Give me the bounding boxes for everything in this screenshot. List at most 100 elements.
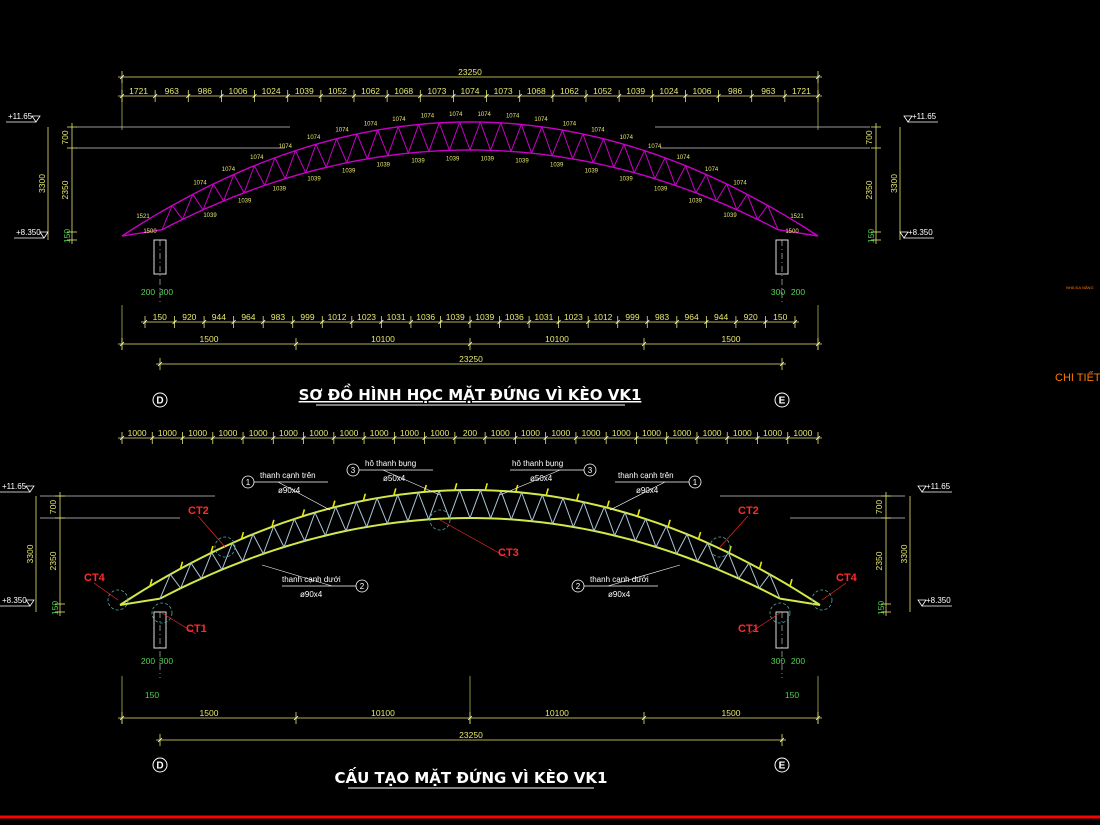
top-upper-chord-label: 1074 [279, 144, 293, 150]
bot-truss-web [593, 506, 605, 532]
bot-truss-web [645, 518, 657, 548]
top-vdim-right-150: 150 [866, 229, 876, 243]
top-bottom-dim-chain-label: 1039 [475, 312, 494, 322]
bot-vdim-right-700: 700 [874, 500, 884, 514]
top-truss-web [520, 124, 533, 154]
bot-level-marker-right-low-label: +8.350 [926, 596, 951, 605]
bot-dim-chain-label: 1000 [642, 428, 661, 438]
top-bottom-dim-chain-label: 920 [744, 312, 758, 322]
bot-dim-chain-label: 1000 [370, 428, 389, 438]
top-dim-chain-label: 986 [728, 86, 742, 96]
top-upper-chord-label: 1074 [392, 117, 406, 123]
bot-bottom-overall-chain-label: 1500 [722, 708, 741, 718]
top-level-marker-left-triangle [31, 115, 41, 123]
top-bottom-dim-chain-label: 1031 [534, 312, 553, 322]
top-lower-chord-label: 1039 [723, 213, 737, 219]
top-truss-web [253, 165, 266, 186]
top-upper-chord-label: 1074 [534, 117, 548, 123]
top-truss-web [479, 121, 492, 151]
top-lower-chord-label: 1039 [411, 158, 425, 164]
bot-purlin-tick [545, 488, 549, 496]
detail-marker-leader [439, 519, 509, 559]
bot-bottom-overall-chain-label: 1500 [200, 708, 219, 718]
top-upper-chord-label: 1074 [563, 121, 577, 127]
callout-label: thanh cạnh trên [260, 471, 316, 480]
bot-truss-web [469, 489, 481, 519]
top-vdim-right-2350: 2350 [864, 180, 874, 199]
bot-purlin-tick [697, 531, 702, 540]
bot-dim-chain-label: 1000 [128, 428, 147, 438]
callout-label: thanh cạnh trên [618, 471, 674, 480]
top-bottom-dim-chain-label: 944 [714, 312, 728, 322]
top-upper-chord-label: 1074 [449, 112, 463, 118]
top-upper-chord-label: 1074 [506, 114, 520, 120]
top-truss-web [305, 144, 317, 173]
cad-drawing-canvas[interactable]: 1721 963 986 1006 1024 1039 1052 1062 1068 1073 10… [0, 0, 1100, 825]
top-dim-chain-label: 1024 [659, 86, 678, 96]
top-dim-chain-label: 963 [165, 86, 179, 96]
top-dim-chain-label: 986 [198, 86, 212, 96]
bot-truss-web [252, 533, 264, 555]
bot-truss-web [397, 494, 409, 522]
top-truss-web [644, 150, 656, 179]
callout-label: thanh cạnh dưới [282, 575, 341, 584]
top-lower-chord-label: 1039 [550, 162, 564, 168]
bot-dim-chain-label: 1000 [309, 428, 328, 438]
top-col-dim: 300 [159, 287, 173, 297]
top-truss-web [510, 124, 522, 152]
bot-truss-web [355, 501, 368, 528]
bot-purlin-tick [758, 561, 763, 569]
top-truss-web [356, 133, 368, 160]
top-truss-web [264, 157, 276, 186]
top-truss-web [561, 129, 574, 160]
bot-truss-web [304, 512, 316, 542]
top-upper-chord-label: 1074 [648, 144, 662, 150]
bot-vdim-right-2350: 2350 [874, 551, 884, 570]
bot-truss-web [169, 574, 182, 589]
bot-col-dim: 300 [159, 656, 173, 666]
top-dim-chain-label: 1074 [461, 86, 480, 96]
top-bottom-dim-chain-label: 1036 [505, 312, 524, 322]
top-upper-chord-label: 1074 [222, 167, 236, 173]
bot-vdim-right-150: 150 [876, 601, 886, 615]
bot-col-dim: 200 [141, 656, 155, 666]
top-upper-chord-label: 1074 [676, 155, 690, 161]
bot-level-marker-right-low-triangle [917, 599, 927, 607]
top-truss-web [664, 157, 676, 186]
top-truss-web [171, 205, 183, 220]
bot-truss-web [386, 494, 399, 524]
top-level-marker-left-label: +11.65 [8, 112, 33, 121]
top-truss-web [407, 124, 420, 154]
bot-dim-chain-label: 1000 [582, 428, 601, 438]
callout-label: hô thanh bụng [512, 459, 563, 468]
detail-marker-leader [719, 515, 749, 548]
top-bottom-dim-chain-label: 983 [655, 312, 669, 322]
top-truss-web [418, 124, 430, 152]
top-truss-web [602, 138, 615, 168]
bot-truss-web [634, 518, 647, 542]
top-truss-web [592, 138, 604, 163]
bot-dim-chain-label: 1000 [188, 428, 207, 438]
top-bottom-dim-chain-label: 1031 [387, 312, 406, 322]
top-vdim-left-2350: 2350 [60, 180, 70, 199]
callout-number: 3 [588, 466, 593, 475]
bot-purlin-tick [789, 578, 793, 587]
callout-label: hô thanh bụng [365, 459, 416, 468]
bot-dim-chain-label: 1000 [551, 428, 570, 438]
side-note-chi-tiet: CHI TIẾT [1055, 371, 1100, 384]
bot-dim-chain-label: 1000 [339, 428, 358, 438]
bot-post-dim: 150 [145, 690, 159, 700]
bot-level-marker-right-triangle [917, 485, 927, 493]
bot-truss-web [273, 525, 285, 548]
detail-marker-label: CT4 [836, 572, 858, 584]
callout-number: 1 [693, 478, 698, 487]
top-bottom-dim-chain-label: 1039 [446, 312, 465, 322]
bottom-elevation-diagram: 1000 1000 1000 1000 1000 1000 1000 1000 1000 1000… [0, 428, 952, 789]
top-truss-web [500, 122, 512, 152]
top-upper-chord-label: 1074 [335, 127, 349, 133]
bot-truss-web [324, 506, 337, 536]
top-bottom-dim-chain-label: 983 [271, 312, 285, 322]
bot-truss-web [314, 512, 326, 536]
top-lower-chord-label: 1039 [689, 199, 703, 205]
bot-vdim-left-700: 700 [48, 500, 58, 514]
